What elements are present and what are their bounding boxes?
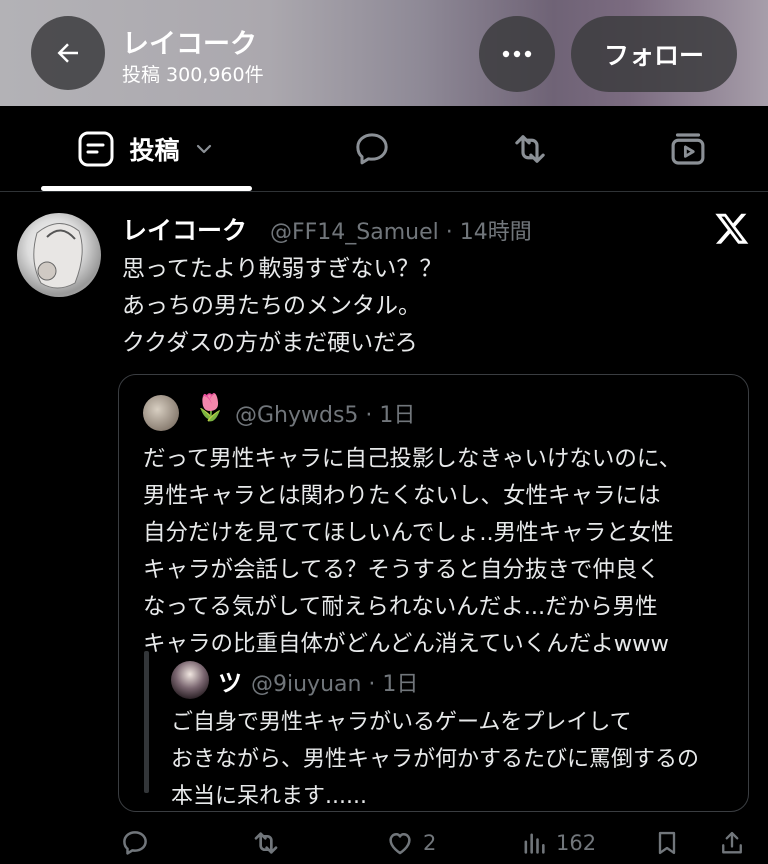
- like-button[interactable]: 2: [385, 823, 436, 863]
- thread-line: [144, 651, 149, 793]
- tab-reposts[interactable]: [500, 106, 560, 192]
- profile-name: レイコーク: [122, 29, 257, 60]
- nested-quote-handle-time[interactable]: @9iuyuan · 1日: [251, 666, 418, 698]
- video-stack-icon: [671, 133, 705, 165]
- view-count: 162: [556, 831, 597, 855]
- like-count: 2: [423, 831, 437, 855]
- tab-replies[interactable]: [342, 106, 402, 192]
- tweet-author-name[interactable]: レイコーク: [122, 211, 247, 247]
- nested-quote-name[interactable]: ツ: [218, 663, 242, 698]
- posts-icon: [78, 131, 114, 167]
- bookmark-icon: [658, 831, 676, 855]
- more-dots-icon: [502, 50, 532, 58]
- avatar[interactable]: [17, 213, 101, 297]
- profile-header: レイコーク 投稿 300,960件 フォロー: [0, 0, 768, 106]
- active-tab-indicator: [41, 186, 252, 191]
- profile-tabs: 投稿: [0, 106, 768, 192]
- share-button[interactable]: [718, 823, 746, 863]
- speech-bubble-icon: [356, 133, 388, 165]
- reply-button[interactable]: [120, 823, 150, 863]
- tab-posts-label: 投稿: [129, 136, 180, 165]
- repost-icon: [515, 135, 545, 163]
- quote-handle-time[interactable]: @Ghywds5 · 1日: [235, 397, 415, 429]
- tulip-emoji: 🌷: [194, 393, 227, 423]
- back-button[interactable]: [31, 16, 105, 90]
- more-button[interactable]: [479, 16, 555, 92]
- quote-text: だって男性キャラに自己投影しなきゃいけないのに、 男性キャラとは関わりたくないし…: [143, 446, 682, 657]
- share-icon: [722, 831, 742, 854]
- views-button[interactable]: 162: [520, 823, 596, 863]
- heart-icon: [389, 833, 411, 855]
- quoted-tweet-card[interactable]: 🌷 @Ghywds5 · 1日 だって男性キャラに自己投影しなきゃいけないのに、…: [118, 374, 749, 812]
- chevron-down-icon: [196, 144, 211, 154]
- nested-quote-avatar[interactable]: [171, 661, 209, 699]
- avatar-image: [33, 223, 83, 289]
- quote-avatar[interactable]: [143, 395, 179, 431]
- x-logo-icon: [715, 213, 749, 244]
- tweet-text: 思ってたより軟弱すぎない？？ あっちの男たちのメンタル。 ククダスの方がまだ硬い…: [122, 256, 443, 356]
- views-chart-icon: [524, 833, 545, 854]
- bookmark-button[interactable]: [653, 823, 681, 863]
- repost-icon: [254, 832, 278, 854]
- tab-media[interactable]: [658, 106, 718, 192]
- reply-icon: [123, 831, 147, 855]
- tab-posts[interactable]: 投稿: [41, 106, 252, 192]
- follow-button[interactable]: フォロー: [571, 16, 737, 92]
- nested-quote-text: ご自身で男性キャラがいるゲームをプレイして おきながら、男性キャラが何かするたび…: [171, 710, 700, 809]
- arrow-left-icon: [57, 43, 78, 63]
- post-count: 投稿 300,960件: [122, 64, 264, 86]
- repost-button[interactable]: [250, 823, 282, 863]
- tweet-handle-time[interactable]: @FF14_Samuel · 14時間: [270, 214, 532, 246]
